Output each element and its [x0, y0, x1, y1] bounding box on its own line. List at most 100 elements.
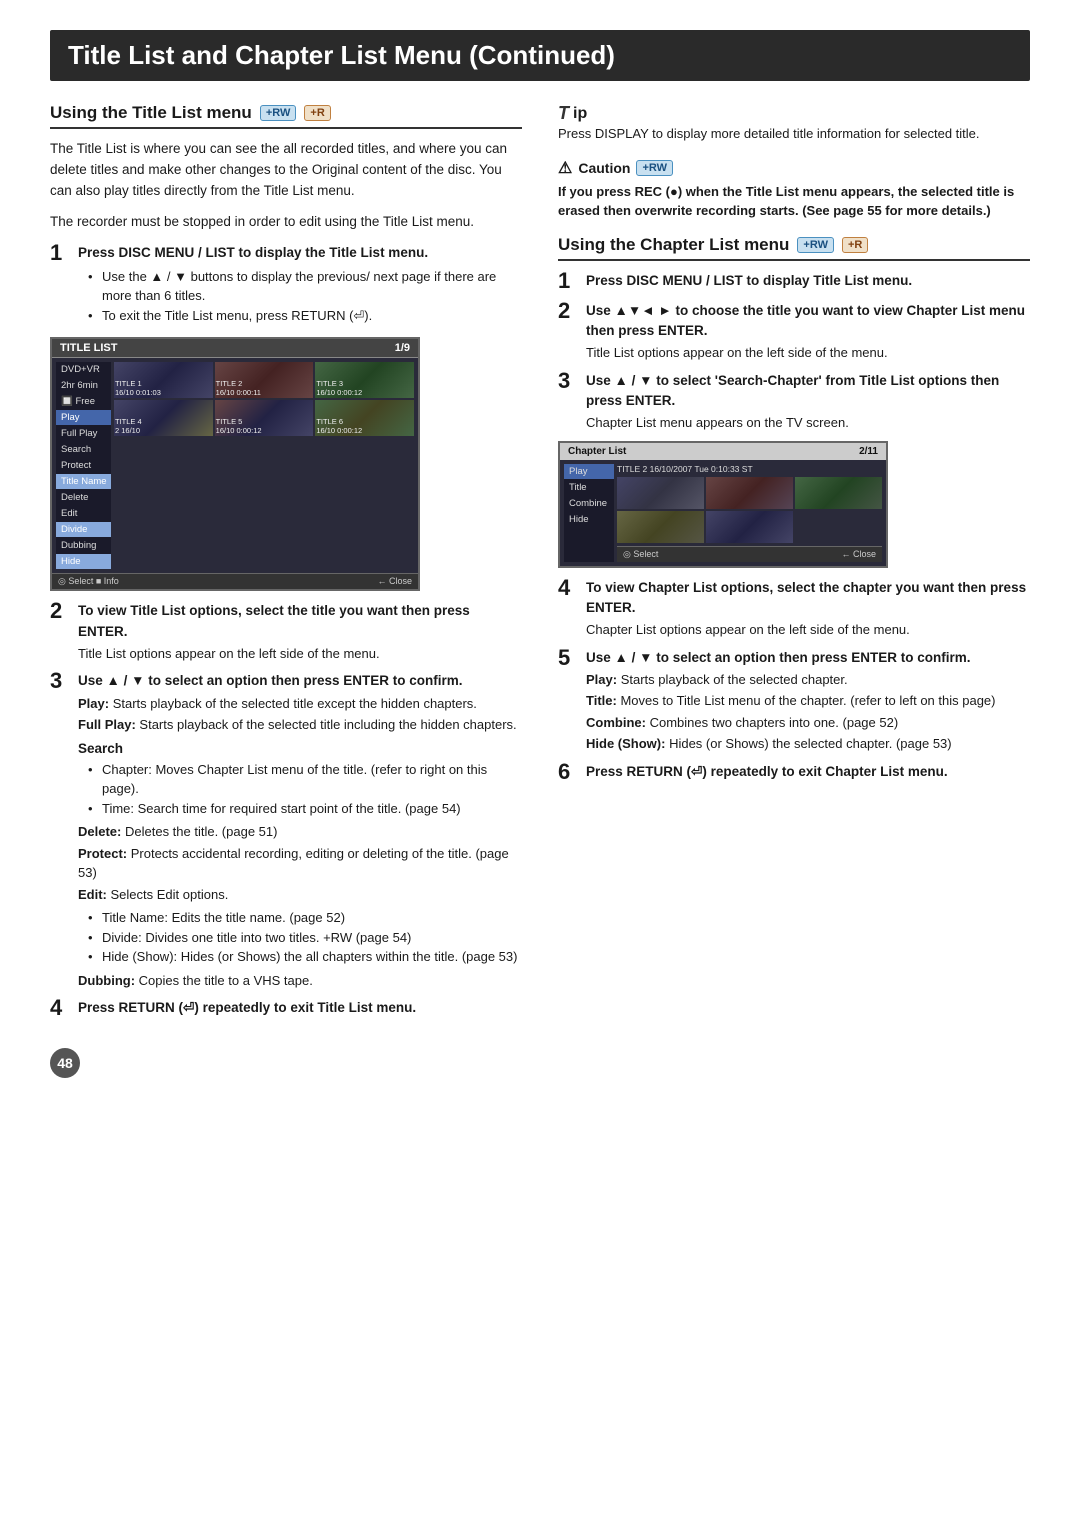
- play-text: Starts playback of the selected title ex…: [113, 696, 477, 711]
- step-1-bullets: Use the ▲ / ▼ buttons to display the pre…: [78, 267, 522, 326]
- r-step-4-content: To view Chapter List options, select the…: [586, 578, 1030, 640]
- step-1-left: 1 Press DISC MENU / LIST to display the …: [50, 243, 522, 330]
- r-step-1-content: Press DISC MENU / LIST to display Title …: [586, 271, 1030, 291]
- r-step-6-title: Press RETURN (⏎) repeatedly to exit Chap…: [586, 762, 1030, 782]
- caution-text: If you press REC (●) when the Title List…: [558, 182, 1030, 221]
- tip-text: Press DISPLAY to display more detailed t…: [558, 124, 1030, 144]
- caution-box: ⚠ Caution +RW If you press REC (●) when …: [558, 158, 1030, 221]
- edit-label: Edit:: [78, 887, 107, 902]
- edit-bullet-1: Title Name: Edits the title name. (page …: [88, 908, 522, 928]
- cthumb-2: [706, 477, 793, 509]
- delete-label: Delete:: [78, 824, 121, 839]
- step-4-content: Press RETURN (⏎) repeatedly to exit Titl…: [78, 998, 522, 1018]
- thumb-4: TITLE 42 16/10: [114, 400, 213, 436]
- r-title-label: Title:: [586, 693, 617, 708]
- r-title-text: Moves to Title List menu of the chapter.…: [620, 693, 995, 708]
- r-step-5-title: Use ▲ / ▼ to select an option then press…: [586, 648, 1030, 668]
- fullplay-text: Starts playback of the selected title in…: [139, 717, 516, 732]
- step-4-right: 4 To view Chapter List options, select t…: [558, 578, 1030, 640]
- thumb-3: TITLE 316/10 0:00:12: [315, 362, 414, 398]
- step-3-title: Use ▲ / ▼ to select an option then press…: [78, 671, 522, 691]
- step-num-1: 1: [50, 241, 78, 265]
- chapter-main: TITLE 2 16/10/2007 Tue 0:10:33 ST ◎ Sele…: [617, 464, 882, 562]
- r-play-text: Starts playback of the selected chapter.: [621, 672, 848, 687]
- search-bullets: Chapter: Moves Chapter List menu of the …: [78, 760, 522, 819]
- title-list-section-header: Using the Title List menu +RW +R: [50, 103, 522, 129]
- page-title: Title List and Chapter List Menu (Contin…: [50, 30, 1030, 81]
- ch-sidebar-play: Play: [564, 464, 614, 479]
- step-4-left: 4 Press RETURN (⏎) repeatedly to exit Ti…: [50, 998, 522, 1020]
- chapter-title-date: 16/10/2007 Tue 0:10:33 ST: [650, 464, 753, 474]
- sidebar-title-name: Title Name: [56, 474, 111, 489]
- step-1-content: Press DISC MENU / LIST to display the Ti…: [78, 243, 522, 330]
- cthumb-3: [795, 477, 882, 509]
- sidebar-delete: Delete: [56, 490, 111, 505]
- tip-label: ip: [573, 105, 587, 123]
- title-list-intro-1: The Title List is where you can see the …: [50, 139, 522, 202]
- search-bullet-2: Time: Search time for required start poi…: [88, 799, 522, 819]
- fullplay-label: Full Play:: [78, 717, 136, 732]
- chapter-header-right: 2/11: [859, 446, 878, 457]
- edit-bullet-2: Divide: Divides one title into two title…: [88, 928, 522, 948]
- step-2-left: 2 To view Title List options, select the…: [50, 601, 522, 663]
- step-3-dubbing: Dubbing: Copies the title to a VHS tape.: [78, 971, 522, 991]
- r-step-5-content: Use ▲ / ▼ to select an option then press…: [586, 648, 1030, 754]
- step-3-delete: Delete: Deletes the title. (page 51): [78, 822, 522, 842]
- chapter-footer-left: ◎ Select: [623, 549, 658, 560]
- step-3-protect: Protect: Protects accidental recording, …: [78, 844, 522, 883]
- step-num-3: 3: [50, 669, 78, 693]
- step-3-content: Use ▲ / ▼ to select an option then press…: [78, 671, 522, 990]
- sidebar-hide: Hide: [56, 554, 111, 569]
- r-step-num-4: 4: [558, 576, 586, 600]
- screen-header-left: TITLE LIST: [60, 342, 117, 354]
- r-hide-text: Hides (or Shows) the selected chapter. (…: [669, 736, 952, 751]
- step-1-bullet-1: Use the ▲ / ▼ buttons to display the pre…: [88, 267, 522, 306]
- page-number: 48: [50, 1048, 80, 1078]
- step-1-title: Press DISC MENU / LIST to display the Ti…: [78, 243, 522, 263]
- delete-text: Deletes the title. (page 51): [125, 824, 277, 839]
- step-6-right: 6 Press RETURN (⏎) repeatedly to exit Ch…: [558, 762, 1030, 784]
- dubbing-text: Copies the title to a VHS tape.: [139, 973, 313, 988]
- screen-main: TITLE 116/10 0:01:03 TITLE 216/10 0:00:1…: [114, 362, 414, 569]
- r-step-6-content: Press RETURN (⏎) repeatedly to exit Chap…: [586, 762, 1030, 782]
- chapter-list-screen: Chapter List 2/11 Play Title Combine Hid…: [558, 441, 888, 568]
- tip-box: T ip Press DISPLAY to display more detai…: [558, 103, 1030, 144]
- step-3-play: Play: Starts playback of the selected ti…: [78, 694, 522, 714]
- cthumb-4: [617, 511, 704, 543]
- step-2-detail: Title List options appear on the left si…: [78, 644, 522, 664]
- chapter-list-section-header: Using the Chapter List menu +RW +R: [558, 235, 1030, 261]
- cthumb-5: [706, 511, 793, 543]
- r-step-2-title: Use ▲▼◄ ► to choose the title you want t…: [586, 301, 1030, 342]
- sidebar-divide: Divide: [56, 522, 111, 537]
- sidebar-edit: Edit: [56, 506, 111, 521]
- edit-text: Selects Edit options.: [111, 887, 229, 902]
- r-step-4-title: To view Chapter List options, select the…: [586, 578, 1030, 619]
- sidebar-time: 2hr 6min: [56, 378, 111, 393]
- step-2-right: 2 Use ▲▼◄ ► to choose the title you want…: [558, 301, 1030, 363]
- title-list-screen: TITLE LIST 1/9 DVD+VR 2hr 6min 🔲 Free Pl…: [50, 337, 420, 591]
- chapter-thumbs: [617, 477, 882, 543]
- r-step-5-play: Play: Starts playback of the selected ch…: [586, 670, 1030, 690]
- step-num-4: 4: [50, 996, 78, 1020]
- r-step-num-3: 3: [558, 369, 586, 393]
- badge-rw-title: +RW: [260, 105, 297, 121]
- step-3-right: 3 Use ▲ / ▼ to select 'Search-Chapter' f…: [558, 371, 1030, 433]
- r-combine-text: Combines two chapters into one. (page 52…: [650, 715, 899, 730]
- title-list-intro-2: The recorder must be stopped in order to…: [50, 212, 522, 233]
- step-num-2: 2: [50, 599, 78, 623]
- chapter-title-info: TITLE 2 16/10/2007 Tue 0:10:33 ST: [617, 464, 882, 474]
- screen-thumbs: TITLE 116/10 0:01:03 TITLE 216/10 0:00:1…: [114, 362, 414, 436]
- protect-text: Protects accidental recording, editing o…: [78, 846, 509, 881]
- ch-sidebar-combine: Combine: [564, 496, 614, 511]
- right-column: T ip Press DISPLAY to display more detai…: [558, 103, 1030, 792]
- r-play-label: Play:: [586, 672, 617, 687]
- caution-title: ⚠ Caution +RW: [558, 158, 1030, 178]
- chapter-footer-right: ← Close: [841, 549, 876, 560]
- left-column: Using the Title List menu +RW +R The Tit…: [50, 103, 522, 1078]
- screen-footer: ◎ Select ■ Info ← Close: [52, 573, 418, 589]
- step-1-right: 1 Press DISC MENU / LIST to display Titl…: [558, 271, 1030, 293]
- r-step-2-detail: Title List options appear on the left si…: [586, 343, 1030, 363]
- edit-bullets: Title Name: Edits the title name. (page …: [78, 908, 522, 967]
- sidebar-protect: Protect: [56, 458, 111, 473]
- sidebar-free: 🔲 Free: [56, 394, 111, 409]
